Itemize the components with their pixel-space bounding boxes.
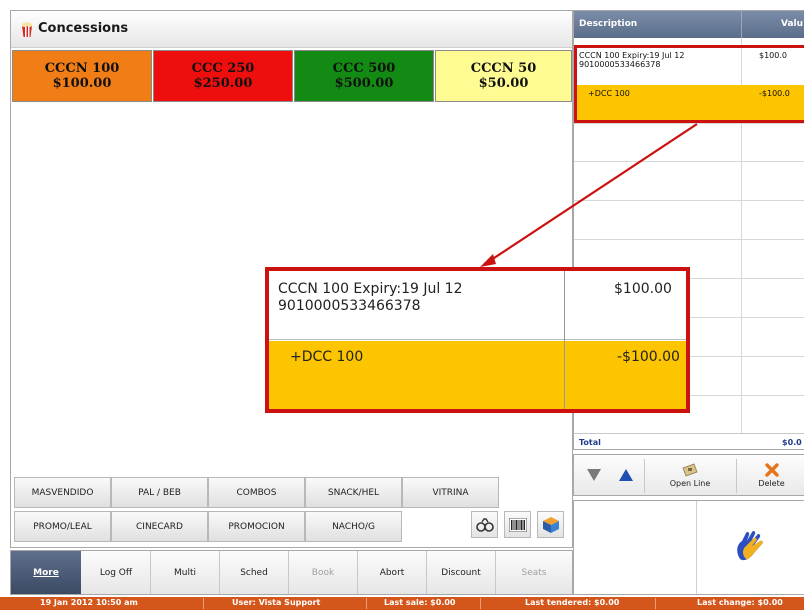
cube-icon (542, 516, 559, 533)
category-masvendido[interactable]: MASVENDIDO (14, 477, 111, 508)
item-name: CCCN 100 (44, 61, 120, 76)
category-vitrina[interactable]: VITRINA (402, 477, 499, 508)
scroll-up-button[interactable] (612, 455, 640, 495)
hand-icon[interactable] (732, 529, 772, 563)
nav-abort-button[interactable]: Abort (358, 551, 426, 594)
zoom-discount-desc: +DCC 100 (290, 349, 364, 365)
total-label: Total (579, 438, 601, 447)
total-row: Total $0.0 (574, 433, 804, 449)
scroll-down-button[interactable] (580, 455, 608, 495)
panel-title: Concessions (38, 21, 129, 36)
status-last-sale: Last sale: $0.00 (384, 598, 456, 607)
status-divider (655, 598, 656, 609)
zoom-discount-value: -$100.00 (617, 349, 680, 365)
item-name: CCCN 50 (470, 61, 537, 76)
payment-area (573, 500, 804, 595)
item-button-ccc-500[interactable]: CCC 500 $500.00 (294, 50, 434, 102)
item-price: $50.00 (478, 76, 529, 91)
popcorn-icon (22, 22, 32, 37)
item-price: $500.00 (334, 76, 394, 91)
status-divider (203, 598, 204, 609)
nav-discount-button[interactable]: Discount (427, 551, 495, 594)
panel-header: Concessions (11, 11, 572, 48)
nav-multi-button[interactable]: Multi (151, 551, 219, 594)
header-divider (741, 11, 742, 38)
binoculars-icon (475, 517, 494, 532)
bottom-nav: More Log Off Multi Sched Book Abort Disc… (10, 550, 573, 595)
open-line-label: Open Line (669, 478, 711, 488)
category-promocion[interactable]: PROMOCION (208, 511, 305, 542)
zoom-item-line1: CCCN 100 Expiry:19 Jul 12 (278, 281, 463, 297)
open-line-icon (682, 462, 698, 477)
zoom-item-line2: 9010000533466378 (278, 298, 421, 314)
status-bar: 19 Jan 2012 10:50 am User: Vista Support… (0, 597, 804, 610)
grid-line (574, 200, 804, 201)
search-tool-button[interactable] (471, 511, 498, 538)
item-name: CCC 250 (191, 61, 255, 76)
status-datetime: 19 Jan 2012 10:50 am (40, 598, 138, 607)
delete-button[interactable]: Delete (738, 455, 804, 495)
zoom-divider (564, 271, 565, 409)
category-pal-beb[interactable]: PAL / BEB (111, 477, 208, 508)
item-price: $250.00 (193, 76, 253, 91)
triangle-up-icon (619, 469, 633, 481)
category-nacho-g[interactable]: NACHO/G (305, 511, 402, 542)
nav-seats-button[interactable]: Seats (496, 551, 572, 594)
category-combos[interactable]: COMBOS (208, 477, 305, 508)
nav-book-button[interactable]: Book (289, 551, 357, 594)
item-name: CCC 500 (332, 61, 396, 76)
column-value: Valu (781, 19, 804, 29)
payment-divider (696, 501, 697, 594)
zoom-item-desc: CCCN 100 Expiry:19 Jul 12 90100005334663… (278, 281, 463, 315)
barcode-icon (508, 517, 527, 532)
cube-tool-button[interactable] (537, 511, 564, 538)
grid-header: Description Valu (574, 11, 804, 38)
item-button-cccn-50[interactable]: CCCN 50 $50.00 (435, 50, 572, 102)
status-last-change: Last change: $0.00 (697, 598, 783, 607)
barcode-tool-button[interactable] (504, 511, 531, 538)
nav-sched-button[interactable]: Sched (220, 551, 288, 594)
delete-x-icon (764, 462, 779, 477)
status-user: User: Vista Support (232, 598, 321, 607)
delete-label: Delete (758, 478, 785, 488)
grid-line (574, 161, 804, 162)
action-divider (736, 459, 737, 493)
action-divider (644, 459, 645, 493)
status-last-tendered: Last tendered: $0.00 (525, 598, 620, 607)
category-snack-hel[interactable]: SNACK/HEL (305, 477, 402, 508)
zoom-callout: CCCN 100 Expiry:19 Jul 12 90100005334663… (265, 267, 690, 413)
nav-log-off-button[interactable]: Log Off (82, 551, 150, 594)
status-divider (480, 598, 481, 609)
category-cinecard[interactable]: CINECARD (111, 511, 208, 542)
zoom-item-value: $100.00 (614, 281, 672, 297)
status-divider (366, 598, 367, 609)
item-button-cccn-100[interactable]: CCCN 100 $100.00 (12, 50, 152, 102)
open-line-button[interactable]: Open Line (646, 455, 734, 495)
column-description: Description (579, 19, 638, 29)
pos-screen: Concessions CCCN 100 $100.00 CCC 250 $25… (0, 0, 804, 610)
triangle-down-icon (587, 469, 601, 481)
category-promo-leal[interactable]: PROMO/LEAL (14, 511, 111, 542)
grid-line (574, 239, 804, 240)
order-action-bar: Open Line Delete (573, 454, 804, 496)
item-button-ccc-250[interactable]: CCC 250 $250.00 (153, 50, 293, 102)
total-value: $0.0 (782, 438, 802, 447)
nav-more-button[interactable]: More (11, 551, 81, 594)
highlight-frame (574, 45, 804, 123)
item-price: $100.00 (52, 76, 112, 91)
grid-line (574, 123, 804, 124)
